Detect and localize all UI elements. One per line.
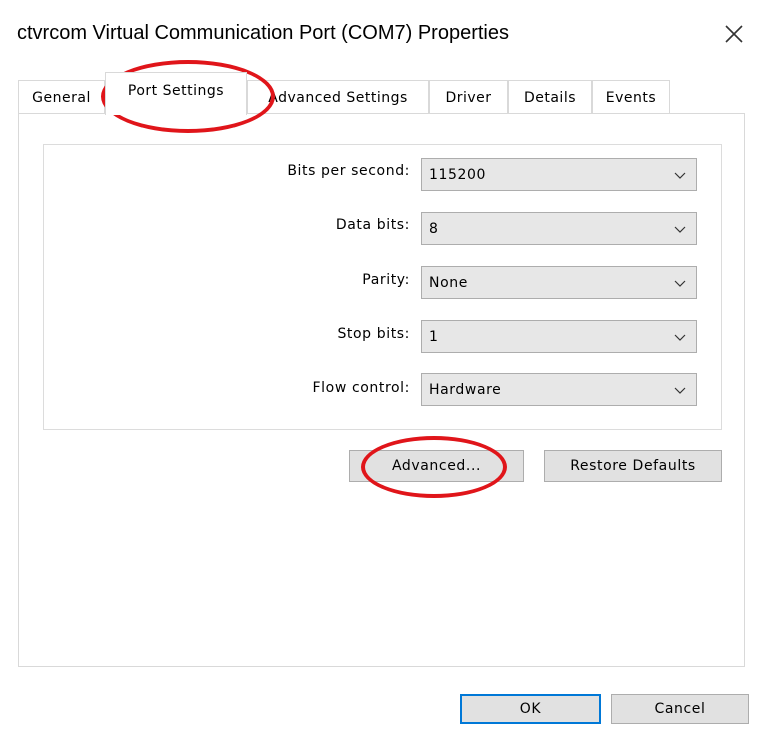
chevron-down-icon	[674, 387, 686, 394]
tab-general[interactable]: General	[18, 80, 105, 114]
close-button[interactable]	[712, 14, 756, 54]
stop-bits-value: 1	[429, 329, 439, 345]
restore-defaults-button-label: Restore Defaults	[570, 458, 696, 474]
restore-defaults-button[interactable]: Restore Defaults	[544, 450, 722, 482]
tab-port-settings-label: Port Settings	[127, 83, 225, 99]
chevron-down-icon	[674, 226, 686, 233]
tab-general-label: General	[32, 89, 91, 106]
flow-control-value: Hardware	[429, 382, 502, 398]
cancel-button[interactable]: Cancel	[611, 694, 749, 724]
title-bar: ctvrcom Virtual Communication Port (COM7…	[0, 0, 764, 70]
tab-events[interactable]: Events	[592, 80, 670, 114]
data-bits-value: 8	[429, 221, 439, 237]
advanced-button[interactable]: Advanced...	[349, 450, 524, 482]
stop-bits-label: Stop bits:	[337, 326, 410, 342]
chevron-down-icon	[674, 280, 686, 287]
stop-bits-select[interactable]: 1	[421, 320, 697, 353]
parity-label: Parity:	[362, 272, 410, 288]
data-bits-label: Data bits:	[335, 217, 410, 233]
tab-advanced-settings[interactable]: Advanced Settings	[247, 80, 429, 114]
tab-port-settings[interactable]: Port Settings	[105, 72, 247, 115]
parity-value: None	[429, 275, 468, 291]
close-icon	[725, 25, 743, 43]
bits-per-second-select[interactable]: 115200	[421, 158, 697, 191]
ok-button-label: OK	[519, 701, 542, 717]
tab-driver-label: Driver	[445, 89, 492, 106]
parity-select[interactable]: None	[421, 266, 697, 299]
chevron-down-icon	[674, 334, 686, 341]
data-bits-select[interactable]: 8	[421, 212, 697, 245]
advanced-button-label: Advanced...	[391, 458, 482, 474]
flow-control-label: Flow control:	[312, 380, 410, 396]
ok-button[interactable]: OK	[460, 694, 601, 724]
bits-per-second-label: Bits per second:	[287, 163, 410, 179]
bits-per-second-value: 115200	[429, 167, 487, 183]
chevron-down-icon	[674, 172, 686, 179]
tab-advanced-settings-label: Advanced Settings	[268, 89, 408, 106]
tab-driver[interactable]: Driver	[429, 80, 508, 114]
flow-control-select[interactable]: Hardware	[421, 373, 697, 406]
tab-bar: General Port Settings Advanced Settings …	[18, 72, 764, 115]
tab-details-label: Details	[523, 89, 577, 106]
cancel-button-label: Cancel	[654, 701, 706, 717]
tab-details[interactable]: Details	[508, 80, 592, 114]
tab-events-label: Events	[605, 89, 657, 106]
window-title: ctvrcom Virtual Communication Port (COM7…	[17, 22, 509, 44]
